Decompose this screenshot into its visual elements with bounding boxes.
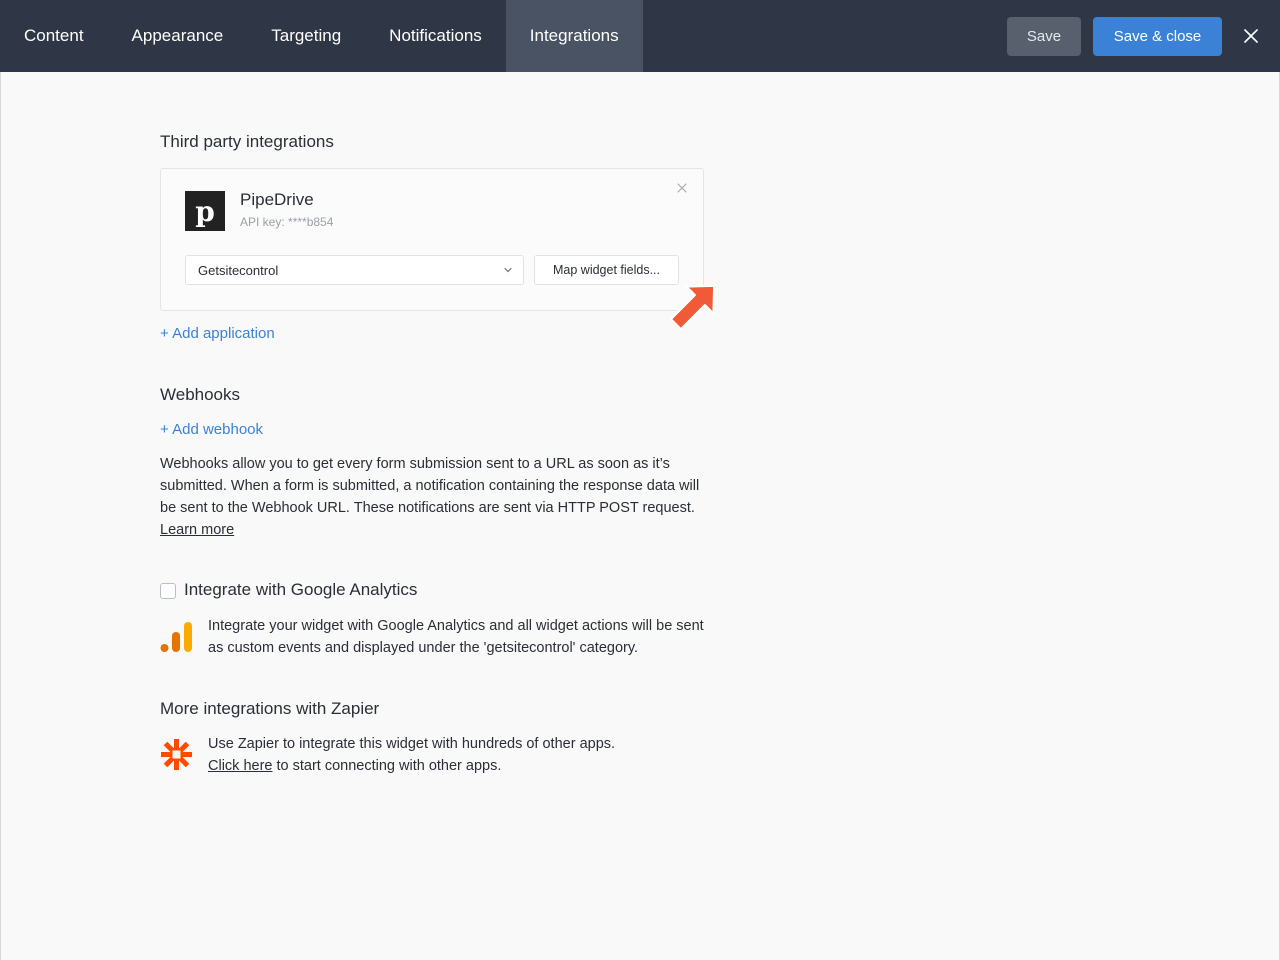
zapier-description-line1: Use Zapier to integrate this widget with… [208, 736, 616, 752]
map-widget-fields-button[interactable]: Map widget fields... [534, 255, 679, 285]
add-application-link[interactable]: + Add application [160, 325, 275, 342]
pointer-arrow-icon [669, 284, 716, 331]
zapier-description-line2: to start connecting with other apps. [272, 758, 502, 774]
tab-notifications[interactable]: Notifications [365, 0, 506, 72]
header-actions: Save Save & close [1007, 0, 1280, 72]
tab-content[interactable]: Content [0, 0, 108, 72]
tab-targeting[interactable]: Targeting [247, 0, 365, 72]
integration-api-key: API key: ****b854 [240, 215, 334, 229]
tab-integrations[interactable]: Integrations [505, 0, 643, 72]
chevron-down-icon [504, 267, 512, 273]
panel-left-border [0, 72, 1, 960]
google-analytics-description: Integrate your widget with Google Analyt… [208, 618, 704, 656]
save-and-close-button[interactable]: Save & close [1093, 16, 1222, 56]
google-analytics-checkbox[interactable] [160, 583, 176, 599]
close-icon [677, 183, 687, 193]
integration-card: p PipeDrive API key: ****b854 Getsitecon… [160, 168, 704, 311]
integration-app-name: PipeDrive [240, 190, 314, 209]
google-analytics-checkbox-label[interactable]: Integrate with Google Analytics [184, 580, 417, 600]
webhooks-description: Webhooks allow you to get every form sub… [160, 453, 705, 541]
remove-integration-button[interactable] [675, 181, 689, 195]
zapier-description: Use Zapier to integrate this widget with… [208, 733, 708, 777]
learn-more-link[interactable]: Learn more [160, 522, 234, 538]
webhooks-title: Webhooks [160, 385, 241, 404]
zapier-click-here-link[interactable]: Click here [208, 758, 272, 774]
google-analytics-icon [160, 622, 192, 652]
zapier-icon [161, 739, 192, 770]
third-party-title: Third party integrations [160, 132, 334, 151]
zapier-title: More integrations with Zapier [160, 699, 380, 718]
list-select-value: Getsitecontrol [198, 262, 279, 278]
list-select[interactable]: Getsitecontrol [185, 255, 524, 285]
close-icon [1244, 29, 1258, 43]
close-button[interactable] [1222, 0, 1280, 72]
save-button[interactable]: Save [1007, 16, 1081, 56]
pipedrive-logo: p [185, 191, 225, 231]
webhooks-description-text: Webhooks allow you to get every form sub… [160, 456, 700, 516]
top-navigation-bar: Content Appearance Targeting Notificatio… [0, 0, 1280, 72]
tab-appearance[interactable]: Appearance [108, 0, 248, 72]
add-webhook-link[interactable]: + Add webhook [160, 421, 263, 438]
